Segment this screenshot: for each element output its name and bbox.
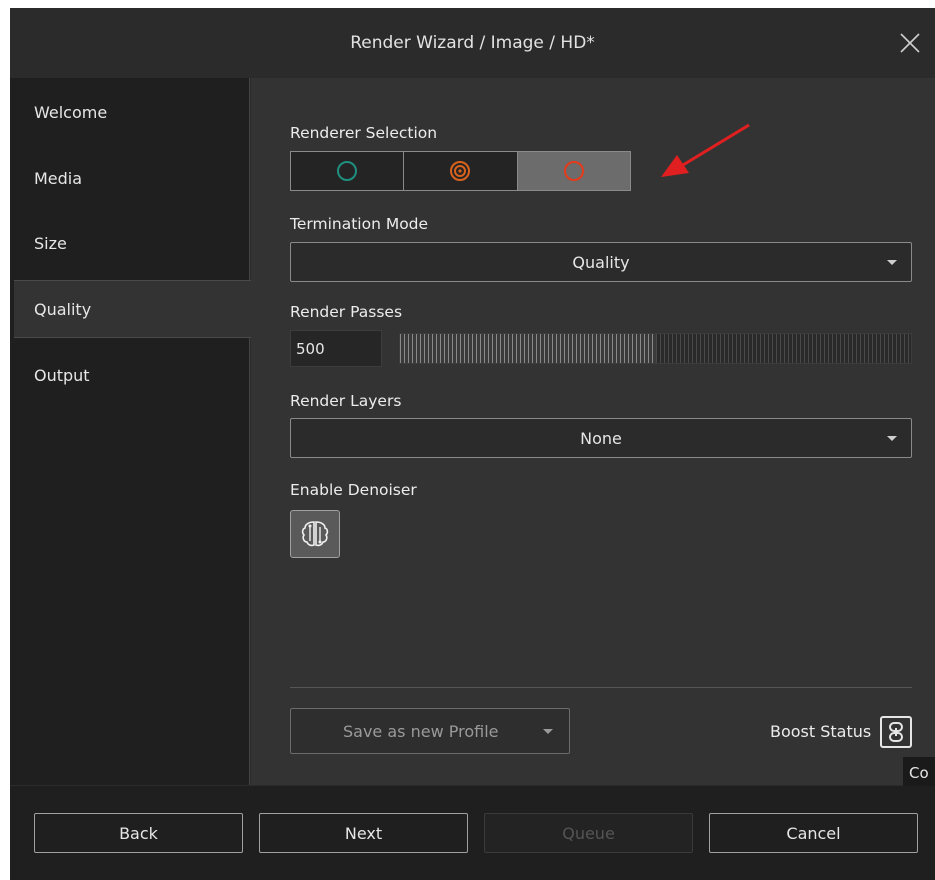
denoiser-brain-icon xyxy=(301,521,329,547)
back-button-label: Back xyxy=(119,823,158,843)
render-layers-value: None xyxy=(580,428,622,448)
close-icon xyxy=(900,33,920,53)
render-passes-slider[interactable] xyxy=(399,333,912,364)
render-wizard-window: Render Wizard / Image / HD* Welcome Medi… xyxy=(10,8,935,880)
save-profile-dropdown[interactable]: Save as new Profile xyxy=(290,708,570,754)
window-title: Render Wizard / Image / HD* xyxy=(350,33,595,53)
tooltip: Co xyxy=(903,757,935,788)
sidebar-item-label: Quality xyxy=(34,299,92,319)
sidebar-item-quality[interactable]: Quality xyxy=(14,280,251,338)
enable-denoiser-label: Enable Denoiser xyxy=(290,481,417,499)
queue-button-label: Queue xyxy=(562,823,615,843)
termination-mode-label: Termination Mode xyxy=(290,215,429,233)
teal-circle-icon xyxy=(337,161,358,181)
sidebar-item-media[interactable]: Media xyxy=(10,149,250,207)
renderer-option-2[interactable] xyxy=(404,152,518,190)
sidebar: Welcome Media Size Quality Output xyxy=(10,78,251,785)
renderer-option-3[interactable] xyxy=(517,152,630,190)
renderer-option-1[interactable] xyxy=(291,152,405,190)
queue-button[interactable]: Queue xyxy=(484,813,693,853)
slider-track xyxy=(655,334,911,363)
sidebar-item-label: Size xyxy=(34,233,67,253)
render-layers-label: Render Layers xyxy=(290,392,402,410)
wizard-footer: Back Next Queue Cancel xyxy=(10,786,935,880)
termination-mode-select[interactable]: Quality xyxy=(290,242,912,282)
boost-status-label: Boost Status xyxy=(770,722,872,741)
quality-panel: Renderer Selection Termination Mode Qual… xyxy=(251,78,935,785)
save-profile-label: Save as new Profile xyxy=(343,721,499,741)
boost-status-button[interactable] xyxy=(880,716,912,748)
chevron-down-icon xyxy=(887,436,897,441)
tooltip-text: Co xyxy=(909,763,929,782)
chevron-down-icon xyxy=(543,729,553,734)
render-passes-label: Render Passes xyxy=(290,303,403,321)
render-passes-input[interactable] xyxy=(290,330,382,367)
cancel-button[interactable]: Cancel xyxy=(709,813,918,853)
sidebar-item-size[interactable]: Size xyxy=(10,214,250,272)
slider-fill xyxy=(400,334,656,363)
boost-chain-icon xyxy=(889,722,903,742)
next-button-label: Next xyxy=(344,823,383,843)
renderer-selector xyxy=(290,151,631,191)
sidebar-item-welcome[interactable]: Welcome xyxy=(10,83,250,141)
sidebar-item-label: Media xyxy=(34,168,83,188)
denoiser-toggle[interactable] xyxy=(290,510,340,558)
chevron-down-icon xyxy=(887,260,897,265)
render-layers-select[interactable]: None xyxy=(290,418,912,458)
cancel-button-label: Cancel xyxy=(786,823,841,843)
renderer-selection-label: Renderer Selection xyxy=(290,124,438,142)
sidebar-item-label: Output xyxy=(34,365,90,385)
section-divider xyxy=(290,687,912,688)
orange-target-icon xyxy=(450,161,471,181)
termination-mode-value: Quality xyxy=(572,252,630,272)
red-compass-icon xyxy=(563,161,584,181)
sidebar-item-output[interactable]: Output xyxy=(10,346,250,404)
next-button[interactable]: Next xyxy=(259,813,468,853)
title-bar: Render Wizard / Image / HD* xyxy=(10,8,935,78)
sidebar-item-label: Welcome xyxy=(34,102,108,122)
back-button[interactable]: Back xyxy=(34,813,243,853)
close-button[interactable] xyxy=(897,30,923,56)
